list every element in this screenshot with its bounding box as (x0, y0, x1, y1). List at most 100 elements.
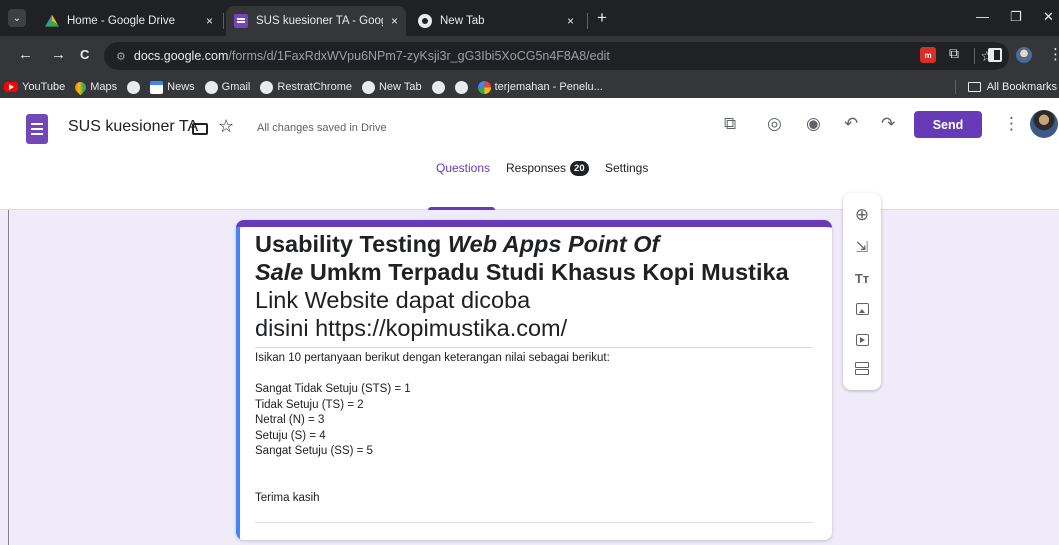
profile-avatar-icon[interactable] (1016, 47, 1032, 63)
form-title-text: Sale (255, 259, 304, 285)
account-avatar[interactable] (1030, 110, 1058, 138)
bookmark-news[interactable]: News (150, 80, 195, 94)
bookmark-label: New Tab (378, 81, 422, 93)
add-title-button[interactable]: Tт (852, 268, 872, 288)
focus-accent-bar (236, 227, 240, 540)
new-tab-button[interactable]: + (597, 9, 607, 27)
tab-new-tab[interactable]: New Tab × (410, 6, 582, 36)
bookmark-chrome[interactable] (127, 80, 141, 94)
responses-count-badge: 20 (570, 161, 589, 176)
youtube-icon (4, 82, 18, 92)
form-header-card[interactable]: Usability Testing Web Apps Point Of Sale … (236, 220, 832, 540)
chrome-icon (361, 80, 375, 94)
bookmark-gmail[interactable]: Gmail (204, 80, 250, 94)
description-underline (255, 522, 813, 523)
form-description-line (255, 460, 813, 476)
customize-theme-icon[interactable]: ◎ (767, 114, 782, 134)
form-description-line: Tidak Setuju (TS) = 2 (255, 398, 364, 411)
address-bar-row: ← → C ⚙ docs.google.com/forms/d/1FaxRdxW… (0, 36, 1059, 76)
all-bookmarks-button[interactable]: All Bookmarks (954, 76, 1059, 98)
form-tabs: Questions Responses 20 Settings (0, 158, 1059, 210)
tab-search-button[interactable]: ⌄ (8, 9, 26, 27)
active-tab-indicator (428, 207, 495, 210)
send-button[interactable]: Send (914, 111, 982, 138)
close-window-button[interactable]: ✕ (1043, 9, 1054, 25)
form-description-line: Sangat Setuju (SS) = 5 (255, 445, 373, 457)
page-edge-line (8, 210, 9, 545)
move-to-folder-icon[interactable] (192, 123, 208, 135)
forms-header: SUS kuesioner TA ☆ All changes saved in … (0, 98, 1059, 210)
site-info-icon[interactable]: ⚙ (116, 50, 126, 63)
import-questions-button[interactable]: ⇲ (852, 237, 872, 257)
form-title-line: Sale Umkm Terpadu Studi Khasus Kopi Must… (255, 258, 815, 286)
url-input[interactable]: ⚙ docs.google.com/forms/d/1FaxRdxWVpu6NP… (104, 42, 1009, 70)
tab-divider (223, 13, 224, 29)
folder-icon (967, 82, 981, 92)
save-status: All changes saved in Drive (257, 122, 387, 134)
tab-settings[interactable]: Settings (605, 161, 648, 175)
form-description-line: Isikan 10 pertanyaan berikut dengan kete… (255, 352, 610, 364)
side-panel-icon[interactable] (988, 48, 1002, 62)
restore-button[interactable]: ❐ (1010, 9, 1022, 25)
bookmark-label: News (167, 81, 195, 93)
tab-divider (587, 13, 588, 29)
chrome-icon (454, 80, 468, 94)
reload-button[interactable]: C (80, 47, 89, 62)
preview-eye-icon[interactable]: ◉ (806, 114, 821, 134)
chrome-icon (127, 80, 141, 94)
image-icon (855, 303, 869, 315)
form-title-text: Umkm Terpadu Studi Khasus Kopi Mustika (303, 259, 789, 285)
more-options-icon[interactable]: ⋮ (1003, 114, 1020, 134)
tab-close-icon[interactable]: × (206, 14, 213, 28)
extension-icon[interactable]: m (920, 47, 936, 63)
tab-close-icon[interactable]: × (567, 14, 574, 28)
form-description-line (255, 367, 813, 383)
bookmark-label: RestratChrome (277, 81, 352, 93)
tab-title: Home - Google Drive (67, 15, 176, 27)
form-title-field[interactable]: Usability Testing Web Apps Point Of Sale … (255, 230, 815, 342)
text-icon: Tт (854, 270, 870, 286)
form-title-line: disini https://kopimustika.com/ (255, 314, 815, 342)
bookmark-new-tab[interactable]: New Tab (361, 80, 422, 94)
add-image-button[interactable] (852, 299, 872, 319)
google-forms-icon (234, 14, 248, 28)
redo-icon[interactable]: ↷ (881, 114, 895, 134)
section-icon (855, 362, 869, 376)
floating-toolbar: ⊕ ⇲ Tт (843, 193, 881, 390)
all-bookmarks-label: All Bookmarks (986, 81, 1057, 93)
google-forms-logo-icon[interactable] (26, 114, 48, 144)
bookmark-chrome[interactable] (431, 80, 445, 94)
bookmarks-divider (954, 80, 956, 94)
add-video-button[interactable] (852, 330, 872, 350)
form-description-line: Terima kasih (255, 491, 320, 504)
browser-menu-icon[interactable]: ⋮ (1048, 45, 1059, 63)
extensions-puzzle-icon[interactable]: ⧉ (949, 45, 965, 61)
url-domain: docs.google.com (133, 49, 229, 63)
form-description-field[interactable]: Isikan 10 pertanyaan berikut dengan kete… (255, 351, 813, 506)
forward-button[interactable]: → (51, 46, 66, 63)
tab-responses[interactable]: Responses 20 (506, 161, 589, 176)
tab-google-forms[interactable]: SUS kuesioner TA - Google Forms × (226, 6, 406, 36)
news-icon (150, 80, 164, 94)
minimize-button[interactable]: — (976, 9, 989, 24)
bookmark-terjemahan[interactable]: terjemahan - Penelu... (477, 80, 603, 94)
add-section-button[interactable] (852, 359, 872, 379)
form-title-line: Link Website dapat dicoba (255, 286, 815, 314)
google-drive-icon (45, 14, 59, 27)
form-document-title[interactable]: SUS kuesioner TA (68, 118, 198, 136)
tab-questions[interactable]: Questions (436, 161, 490, 175)
import-icon: ⇲ (855, 239, 869, 256)
add-question-button[interactable]: ⊕ (852, 205, 872, 225)
undo-icon[interactable]: ↶ (844, 114, 858, 134)
star-icon[interactable]: ☆ (218, 116, 234, 137)
bookmark-youtube[interactable]: YouTube (4, 81, 65, 93)
bookmark-maps[interactable]: Maps (72, 79, 118, 95)
tab-google-drive[interactable]: Home - Google Drive × (37, 6, 221, 36)
bookmark-restratchrome[interactable]: RestratChrome (260, 80, 352, 94)
back-button[interactable]: ← (18, 46, 33, 63)
bookmark-label: Maps (90, 81, 118, 93)
maps-icon (72, 79, 89, 95)
bookmark-chrome[interactable] (454, 80, 468, 94)
addons-icon[interactable]: ⧉ (724, 114, 736, 134)
tab-close-icon[interactable]: × (391, 14, 398, 28)
